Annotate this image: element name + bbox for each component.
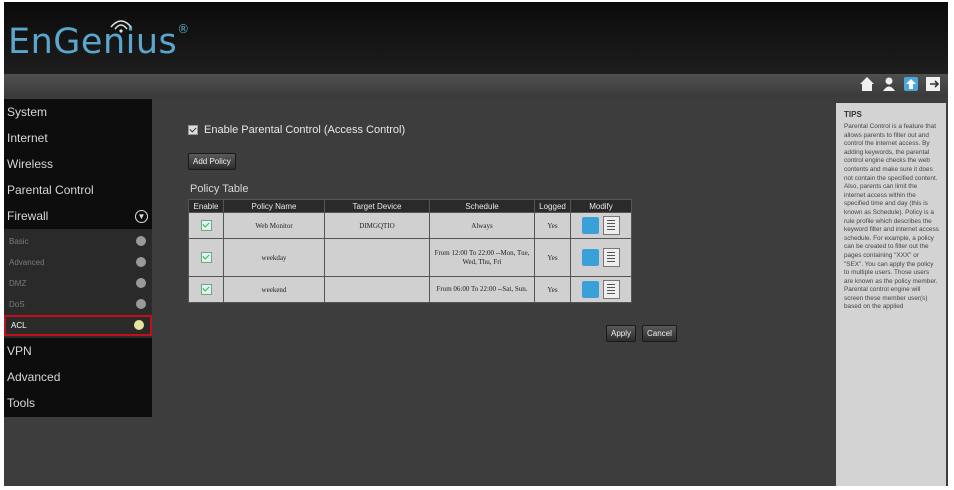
- bullet-icon: [134, 320, 144, 330]
- schedule-cell: From 06:00 To 22:00 --Sat, Sun.: [429, 276, 535, 303]
- bullet-icon: [136, 299, 146, 309]
- table-row: weekday From 12:00 To 22:00 --Mon, Tue, …: [188, 238, 632, 277]
- policy-table-title: Policy Table: [190, 183, 249, 195]
- logged-cell: Yes: [534, 276, 571, 303]
- row-enable-checkbox[interactable]: [200, 252, 212, 263]
- sidebar-item-advanced[interactable]: Advanced: [4, 364, 152, 390]
- top-bar: [4, 74, 948, 97]
- submenu-item-dmz[interactable]: DMZ: [4, 273, 152, 294]
- submenu-label: Advanced: [9, 258, 45, 267]
- target-device-cell: DIMGQTIO: [324, 212, 430, 239]
- chevron-down-icon[interactable]: ▼: [135, 210, 148, 223]
- header: EnGenius®: [4, 2, 948, 74]
- sidebar-item-wireless[interactable]: Wireless: [4, 151, 152, 177]
- wifi-waves-icon: [110, 20, 132, 33]
- add-policy-button[interactable]: Add Policy: [188, 153, 236, 170]
- policy-name-cell: weekend: [223, 276, 325, 303]
- enable-parental-control-checkbox[interactable]: [188, 125, 198, 135]
- sidebar-item-internet[interactable]: Internet: [4, 125, 152, 151]
- policy-table: Enable Policy Name Target Device Schedul…: [188, 199, 632, 303]
- schedule-cell: From 12:00 To 22:00 --Mon, Tue, Wed, Thu…: [429, 238, 535, 277]
- edit-icon[interactable]: [582, 249, 599, 266]
- column-header: Modify: [570, 199, 632, 213]
- modify-cell: [570, 276, 632, 303]
- submenu-item-basic[interactable]: Basic: [4, 231, 152, 252]
- logged-cell: Yes: [534, 238, 571, 277]
- delete-icon[interactable]: [603, 280, 620, 299]
- toolbar: [858, 75, 942, 93]
- submenu-item-dos[interactable]: DoS: [4, 294, 152, 315]
- user-icon[interactable]: [880, 75, 898, 93]
- row-enable-checkbox[interactable]: [200, 284, 212, 295]
- firewall-submenu: Basic Advanced DMZ DoS ACL: [4, 229, 152, 338]
- column-header: Policy Name: [223, 199, 325, 213]
- policy-name-cell: weekday: [223, 238, 325, 277]
- upload-icon[interactable]: [902, 75, 920, 93]
- submenu-item-advanced[interactable]: Advanced: [4, 252, 152, 273]
- policy-name-cell: Web Monitor: [223, 212, 325, 239]
- submenu-label: ACL: [11, 321, 27, 330]
- submenu-label: Basic: [9, 237, 29, 246]
- sidebar-item-label: Firewall: [7, 209, 49, 223]
- column-header: Schedule: [429, 199, 535, 213]
- sidebar-item-system[interactable]: System: [4, 99, 152, 125]
- column-header: Enable: [188, 199, 224, 213]
- tips-panel: TIPS Parental Control is a feature that …: [836, 103, 946, 486]
- sidebar-item-parental-control[interactable]: Parental Control: [4, 177, 152, 203]
- delete-icon[interactable]: [603, 248, 620, 267]
- submenu-item-acl[interactable]: ACL: [4, 315, 152, 336]
- enable-parental-control-label: Enable Parental Control (Access Control): [204, 124, 406, 136]
- bullet-icon: [136, 257, 146, 267]
- sidebar-nav: System Internet Wireless Parental Contro…: [4, 99, 152, 417]
- tips-title: TIPS: [844, 110, 862, 119]
- home-icon[interactable]: [858, 75, 876, 93]
- edit-icon[interactable]: [582, 217, 599, 234]
- sidebar-item-vpn[interactable]: VPN: [4, 338, 152, 364]
- submenu-label: DoS: [9, 300, 25, 309]
- delete-icon[interactable]: [603, 216, 620, 235]
- engenius-logo: EnGenius®: [8, 22, 190, 62]
- cancel-button[interactable]: Cancel: [642, 325, 677, 342]
- target-device-cell: [324, 276, 430, 303]
- sidebar-item-tools[interactable]: Tools: [4, 390, 152, 416]
- schedule-cell: Always: [429, 212, 535, 239]
- bullet-icon: [136, 278, 146, 288]
- enable-cell: [188, 212, 224, 239]
- bullet-icon: [136, 236, 146, 246]
- row-enable-checkbox[interactable]: [200, 220, 212, 231]
- main-content: Enable Parental Control (Access Control)…: [152, 99, 832, 486]
- table-row: Web Monitor DIMGQTIO Always Yes: [188, 212, 632, 239]
- modify-cell: [570, 212, 632, 239]
- column-header: Logged: [534, 199, 571, 213]
- column-header: Target Device: [324, 199, 430, 213]
- enable-cell: [188, 238, 224, 277]
- table-header-row: Enable Policy Name Target Device Schedul…: [188, 199, 632, 213]
- enable-cell: [188, 276, 224, 303]
- tips-body: Parental Control is a feature that allow…: [844, 123, 939, 311]
- target-device-cell: [324, 238, 430, 277]
- logged-cell: Yes: [534, 212, 571, 239]
- router-admin-page: EnGenius® System Internet Wireless Paren…: [4, 2, 948, 486]
- sidebar-item-firewall[interactable]: Firewall ▼: [4, 203, 152, 229]
- logout-icon[interactable]: [924, 75, 942, 93]
- modify-cell: [570, 238, 632, 277]
- enable-parental-control-row: Enable Parental Control (Access Control): [188, 124, 405, 136]
- table-row: weekend From 06:00 To 22:00 --Sat, Sun. …: [188, 276, 632, 303]
- apply-button[interactable]: Apply: [606, 325, 637, 342]
- edit-icon[interactable]: [582, 281, 599, 298]
- submenu-label: DMZ: [9, 279, 27, 288]
